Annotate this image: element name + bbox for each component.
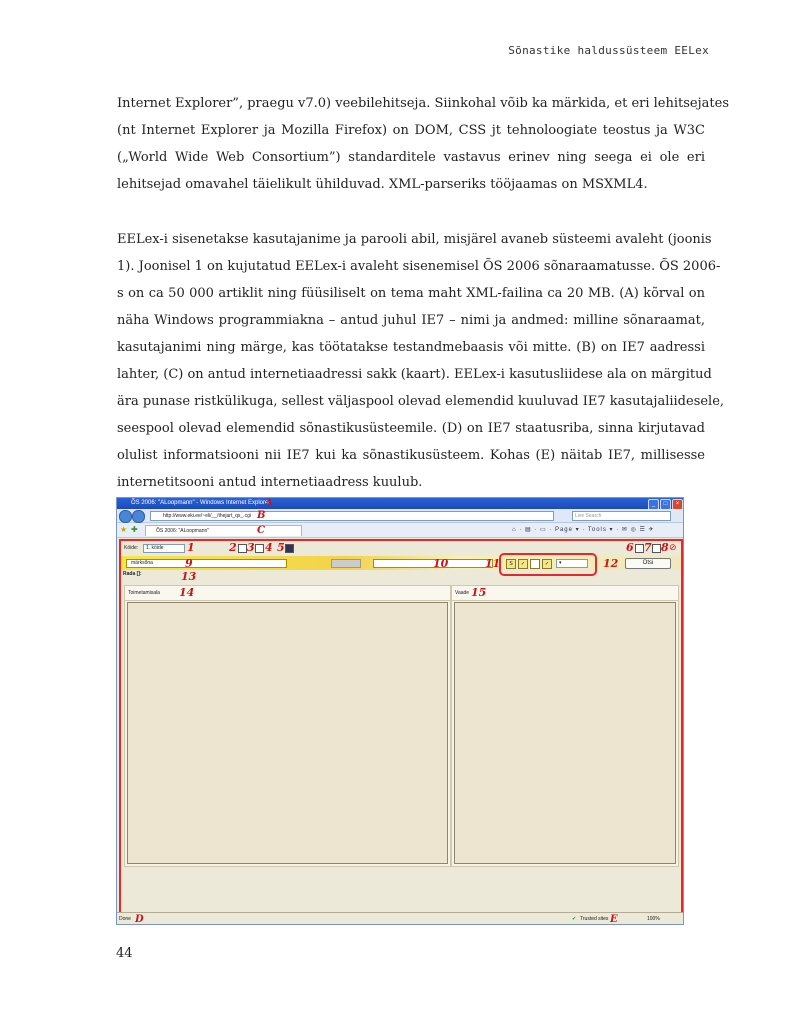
command-bar[interactable]: ⌂ · ▤ · ▭ · Page ▾ · Tools ▾ · ✉ ◎ ☰ ✈ xyxy=(512,526,655,533)
editing-panel: Toimetamisala xyxy=(124,585,451,867)
toolbar-button-5[interactable] xyxy=(285,544,294,553)
marker-5: 5 xyxy=(277,541,285,554)
otsi-button[interactable]: Otsi xyxy=(625,558,671,569)
paragraph-line: 1). Joonisel 1 on kujutatud EELex-i aval… xyxy=(117,259,721,274)
address-bar: http://www.eki.ee/~eli/__/thejart_qs_.cg… xyxy=(117,509,683,523)
editing-panel-title: Toimetamisala xyxy=(125,586,450,601)
marker-15: 15 xyxy=(471,586,487,599)
paragraph-line: lahter, (C) on antud internetiaadressi s… xyxy=(117,367,712,382)
marker-10: 10 xyxy=(433,557,449,570)
search-field[interactable]: Live Search xyxy=(572,511,671,521)
marker-7: 7 xyxy=(644,541,652,554)
paragraph-1: Internet Explorer”, praegu v7.0) veebile… xyxy=(117,90,729,198)
marker-c: C xyxy=(257,525,265,536)
kaide-select[interactable]: 1. köide xyxy=(143,544,185,553)
toolbar-button-7[interactable] xyxy=(652,544,661,553)
marker-13: 13 xyxy=(181,570,197,583)
url-field[interactable]: http://www.eki.ee/~eli/__/thejart_qs_.cg… xyxy=(150,511,554,521)
tab-bar: ★ ✚ ÕS 2006: "ALoopmann" C ⌂ · ▤ · ▭ · P… xyxy=(117,523,683,538)
marker-6: 6 xyxy=(626,541,634,554)
marker-4: 4 xyxy=(265,541,273,554)
paragraph-line: kasutajanimi ning märge, kas töötatakse … xyxy=(117,340,705,355)
figure-screenshot: ÕS 2006: "ALoopmann" - Windows Internet … xyxy=(116,497,684,925)
marker-a: A xyxy=(265,498,273,509)
search-row: märksõna 9 10 11 S ✓ ✓ ▾ 12 Otsi xyxy=(121,553,681,576)
option-checkbox-1[interactable]: ✓ xyxy=(518,559,528,569)
paragraph-line: näha Windows programmiakna – antud juhul… xyxy=(117,313,705,328)
status-text: Done xyxy=(119,916,131,922)
back-icon[interactable] xyxy=(119,510,132,523)
rada-label: Rada []: xyxy=(123,571,142,577)
forward-icon[interactable] xyxy=(132,510,145,523)
kaide-label: Köide: xyxy=(124,545,139,551)
marker-9: 9 xyxy=(185,557,193,570)
favorites-star-icon[interactable]: ★ xyxy=(120,525,127,534)
search-option-field[interactable] xyxy=(331,559,361,568)
option-checkbox-2[interactable] xyxy=(530,559,540,569)
paragraph-2: EELex-i sisenetakse kasutajanime ja paro… xyxy=(117,226,725,496)
search-input[interactable]: märksõna xyxy=(126,559,287,568)
window-title: ÕS 2006: "ALoopmann" - Windows Internet … xyxy=(131,500,271,506)
option-s[interactable]: S xyxy=(506,559,516,569)
marker-14: 14 xyxy=(179,586,195,599)
window-titlebar: ÕS 2006: "ALoopmann" - Windows Internet … xyxy=(117,498,683,510)
editing-area[interactable] xyxy=(127,602,448,864)
zoom-level[interactable]: 100% xyxy=(647,913,660,924)
paragraph-line: olulist informatsiooni nii IE7 kui ka sõ… xyxy=(117,448,705,463)
view-panel: Vaade xyxy=(451,585,679,867)
marker-2: 2 xyxy=(229,541,237,554)
paragraph-line: seespool olevad elemendid sõnastikusüste… xyxy=(117,421,705,436)
paragraph-line: Internet Explorer”, praegu v7.0) veebile… xyxy=(117,96,729,111)
toolbar-button-2[interactable] xyxy=(238,544,247,553)
page-number: 44 xyxy=(116,946,133,961)
option-select[interactable]: ▾ xyxy=(556,559,588,568)
browser-tab[interactable]: ÕS 2006: "ALoopmann" xyxy=(145,525,302,536)
stop-icon[interactable]: ⊘ xyxy=(669,542,677,553)
paragraph-line: ära punase ristkülikuga, sellest väljasp… xyxy=(117,394,725,409)
paragraph-line: lehitsejad omavahel täielikult ühilduvad… xyxy=(117,177,648,192)
paragraph-line: s on ca 50 000 artiklit ning füüsiliselt… xyxy=(117,286,705,301)
eelex-app-area: Köide: 1. köide 1 2 3 4 5 6 7 8 ⊘ märksõ… xyxy=(119,539,683,914)
toolbar-button-6[interactable] xyxy=(635,544,644,553)
paragraph-line: (nt Internet Explorer ja Mozilla Firefox… xyxy=(117,123,705,138)
trusted-check-icon: ✔ xyxy=(572,916,577,922)
status-bar: Done D ✔ Trusted sites E 100% xyxy=(117,912,683,925)
marker-d: D xyxy=(135,914,144,925)
search-options-group: S ✓ ✓ ▾ xyxy=(499,553,597,576)
running-header: Sõnastike haldussüsteem EELex xyxy=(508,44,709,57)
paragraph-line: EELex-i sisenetakse kasutajanime ja paro… xyxy=(117,232,712,247)
add-favorite-icon[interactable]: ✚ xyxy=(131,525,138,534)
marker-8: 8 xyxy=(661,541,669,554)
option-checkbox-3[interactable]: ✓ xyxy=(542,559,552,569)
marker-1: 1 xyxy=(187,541,195,554)
marker-12: 12 xyxy=(603,557,619,570)
marker-b: B xyxy=(257,510,266,521)
toolbar-button-3[interactable] xyxy=(255,544,264,553)
status-zone: Trusted sites xyxy=(580,916,609,922)
view-area[interactable] xyxy=(454,602,676,864)
marker-e: E xyxy=(610,914,618,925)
paragraph-line: („World Wide Web Consortium”) standardit… xyxy=(117,150,705,165)
paragraph-line: internetitsooni antud internetiaadress k… xyxy=(117,475,423,490)
app-toolbar: Köide: 1. köide 1 2 3 4 5 6 7 8 ⊘ xyxy=(121,541,681,555)
marker-3: 3 xyxy=(247,541,255,554)
